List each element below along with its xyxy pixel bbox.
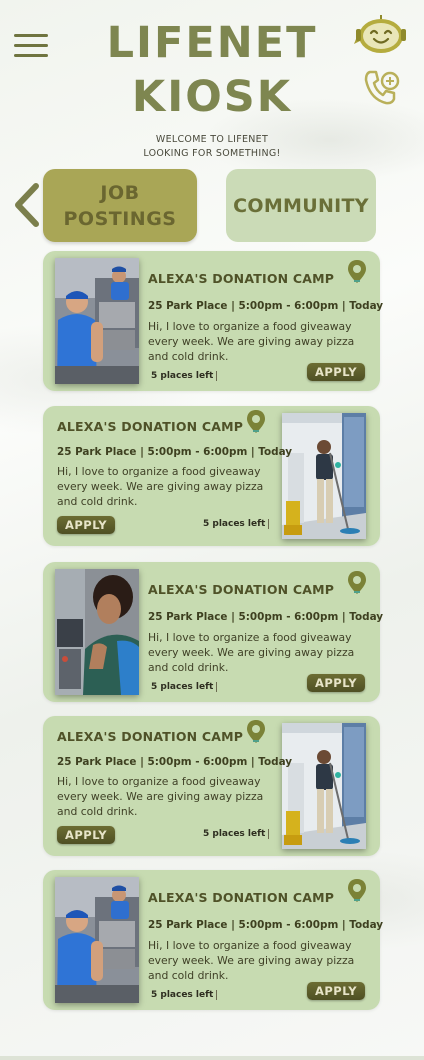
- tab-job-label-line2: POSTINGS: [63, 207, 177, 230]
- map-pin-icon: [245, 719, 267, 745]
- job-photo: [282, 413, 366, 539]
- job-card[interactable]: ALEXA'S DONATION CAMP 25 Park Place | 5:…: [43, 562, 384, 702]
- places-left-label: 5 places left: [151, 990, 218, 1000]
- card-description: Hi, I love to organize a food giveaway e…: [148, 319, 373, 364]
- card-description-line: and cold drink.: [148, 661, 229, 674]
- job-card[interactable]: ALEXA'S DONATION CAMP 25 Park Place | 5:…: [43, 406, 380, 546]
- job-card[interactable]: ALEXA'S DONATION CAMP 25 Park Place | 5:…: [43, 870, 384, 1010]
- places-left-label: 5 places left: [151, 682, 218, 692]
- tab-community-label: COMMUNITY: [233, 194, 369, 217]
- card-description: Hi, I love to organize a food giveaway e…: [57, 464, 282, 509]
- apply-button[interactable]: APPLY: [57, 826, 115, 844]
- apply-button[interactable]: APPLY: [307, 982, 365, 1000]
- hamburger-menu-icon[interactable]: [14, 34, 48, 58]
- apply-button[interactable]: APPLY: [57, 516, 115, 534]
- map-pin-icon: [346, 878, 368, 904]
- apply-button[interactable]: APPLY: [307, 674, 365, 692]
- places-left-label: 5 places left: [151, 371, 218, 381]
- card-location-time: 25 Park Place | 5:00pm - 6:00pm | Today: [148, 300, 384, 312]
- job-photo: [55, 569, 139, 695]
- card-description-line: every week. We are giving away pizza: [148, 646, 355, 659]
- welcome-line-1: WELCOME TO LIFENET: [155, 134, 269, 145]
- card-description: Hi, I love to organize a food giveaway e…: [57, 774, 282, 819]
- job-photo: [282, 723, 366, 849]
- job-photo: [55, 877, 139, 1003]
- page-title: LIFENET KIOSK: [60, 16, 364, 124]
- card-location-time: 25 Park Place | 5:00pm - 6:00pm | Today: [148, 611, 384, 623]
- card-description-line: and cold drink.: [148, 969, 229, 982]
- places-left-label: 5 places left: [203, 829, 270, 839]
- card-location-time: 25 Park Place | 5:00pm - 6:00pm | Today: [57, 446, 293, 458]
- card-description-line: Hi, I love to organize a food giveaway: [148, 631, 352, 644]
- title-line-2: KIOSK: [131, 72, 293, 122]
- card-description-line: Hi, I love to organize a food giveaway: [57, 465, 261, 478]
- apply-button[interactable]: APPLY: [307, 363, 365, 381]
- card-title: ALEXA'S DONATION CAMP: [57, 419, 244, 434]
- card-title: ALEXA'S DONATION CAMP: [148, 271, 335, 286]
- card-description-line: and cold drink.: [57, 495, 138, 508]
- title-line-1: LIFENET: [106, 18, 318, 68]
- places-left-label: 5 places left: [203, 519, 270, 529]
- welcome-text: WELCOME TO LIFENET LOOKING FOR SOMETHING…: [100, 133, 324, 161]
- bottom-bar: [0, 1056, 424, 1060]
- card-description-line: and cold drink.: [148, 350, 229, 363]
- chevron-left-icon[interactable]: [12, 182, 40, 228]
- card-description-line: every week. We are giving away pizza: [57, 480, 264, 493]
- job-card[interactable]: ALEXA'S DONATION CAMP 25 Park Place | 5:…: [43, 251, 384, 391]
- welcome-line-2: LOOKING FOR SOMETHING!: [143, 148, 281, 159]
- card-title: ALEXA'S DONATION CAMP: [57, 729, 244, 744]
- map-pin-icon: [346, 259, 368, 285]
- card-description-line: every week. We are giving away pizza: [148, 954, 355, 967]
- tab-job-label-line1: JOB: [100, 181, 140, 204]
- tab-job-postings[interactable]: JOB POSTINGS: [43, 169, 197, 242]
- card-description-line: Hi, I love to organize a food giveaway: [148, 939, 352, 952]
- map-pin-icon: [346, 570, 368, 596]
- map-pin-icon: [245, 409, 267, 435]
- card-location-time: 25 Park Place | 5:00pm - 6:00pm | Today: [148, 919, 384, 931]
- job-card[interactable]: ALEXA'S DONATION CAMP 25 Park Place | 5:…: [43, 716, 380, 856]
- card-title: ALEXA'S DONATION CAMP: [148, 582, 335, 597]
- card-description-line: Hi, I love to organize a food giveaway: [57, 775, 261, 788]
- chatbot-icon[interactable]: [352, 14, 408, 60]
- phone-chat-icon[interactable]: [362, 68, 402, 108]
- card-description-line: every week. We are giving away pizza: [57, 790, 264, 803]
- card-description-line: every week. We are giving away pizza: [148, 335, 355, 348]
- card-description-line: and cold drink.: [57, 805, 138, 818]
- card-location-time: 25 Park Place | 5:00pm - 6:00pm | Today: [57, 756, 293, 768]
- card-description-line: Hi, I love to organize a food giveaway: [148, 320, 352, 333]
- job-photo: [55, 258, 139, 384]
- card-description: Hi, I love to organize a food giveaway e…: [148, 938, 373, 983]
- card-description: Hi, I love to organize a food giveaway e…: [148, 630, 373, 675]
- card-title: ALEXA'S DONATION CAMP: [148, 890, 335, 905]
- tab-community[interactable]: COMMUNITY: [226, 169, 376, 242]
